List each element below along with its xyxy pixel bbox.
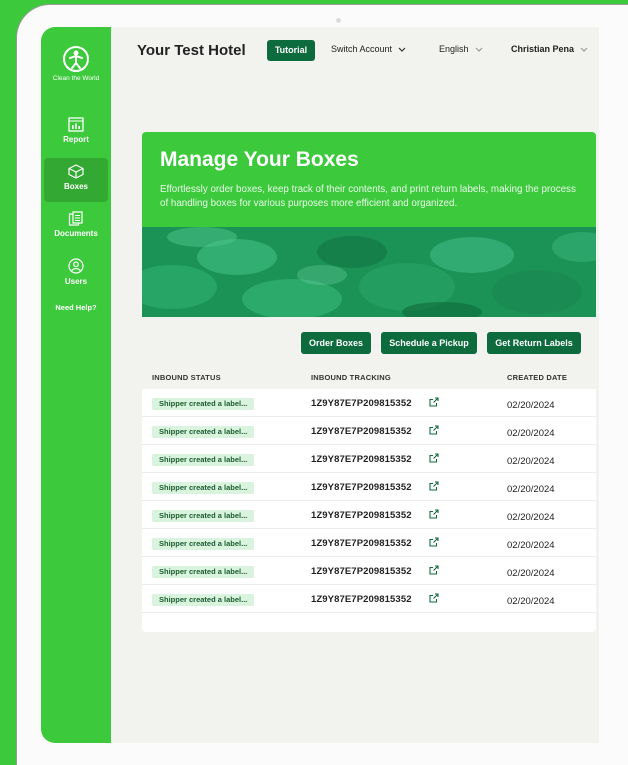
tracking-number: 1Z9Y87E7P209815352 [311,510,412,521]
sidebar-item-label: Documents [54,229,98,238]
created-date: 02/20/2024 [507,568,555,579]
switch-account-dropdown[interactable]: Switch Account [331,44,406,54]
boxes-card: Manage Your Boxes Effortlessly order box… [142,132,596,632]
top-header: Your Test Hotel Tutorial Switch Account … [111,27,599,79]
external-link-icon[interactable] [429,453,439,463]
page-title: Your Test Hotel [137,42,246,59]
column-header-status: INBOUND STATUS [152,373,221,382]
soap-bars-image [142,227,596,317]
tracking-number: 1Z9Y87E7P209815352 [311,538,412,549]
table-row[interactable]: Shipper created a label... 1Z9Y87E7P20981… [142,473,596,501]
tracking-number: 1Z9Y87E7P209815352 [311,566,412,577]
created-date: 02/20/2024 [507,512,555,523]
camera-dot [336,18,341,23]
need-help-link[interactable]: Need Help? [41,303,111,312]
sidebar-item-label: Users [64,277,88,286]
chart-icon [68,117,84,132]
box-icon [68,164,84,179]
status-badge: Shipper created a label... [152,566,255,578]
chevron-down-icon [475,47,482,52]
external-link-icon[interactable] [429,397,439,407]
status-badge: Shipper created a label... [152,510,255,522]
status-badge: Shipper created a label... [152,426,255,438]
hero-subtitle: Effortlessly order boxes, keep track of … [160,184,576,209]
tutorial-button[interactable]: Tutorial [267,40,315,61]
status-badge: Shipper created a label... [152,454,255,466]
tracking-number: 1Z9Y87E7P209815352 [311,482,412,493]
chevron-down-icon [398,47,406,52]
user-icon [68,258,84,274]
sidebar-item-users[interactable]: Users [44,252,108,296]
chevron-down-icon [580,47,588,52]
column-header-tracking: INBOUND TRACKING [311,373,391,382]
created-date: 02/20/2024 [507,596,555,607]
status-badge: Shipper created a label... [152,594,255,606]
language-dropdown[interactable]: English [439,44,483,54]
switch-account-label: Switch Account [331,44,393,54]
external-link-icon[interactable] [429,593,439,603]
table-row[interactable]: Shipper created a label... 1Z9Y87E7P20981… [142,529,596,557]
language-label: English [439,44,469,54]
schedule-pickup-button[interactable]: Schedule a Pickup [381,332,477,354]
tracking-number: 1Z9Y87E7P209815352 [311,398,412,409]
table-row[interactable]: Shipper created a label... 1Z9Y87E7P20981… [142,417,596,445]
table-row[interactable]: Shipper created a label... 1Z9Y87E7P20981… [142,557,596,585]
tracking-number: 1Z9Y87E7P209815352 [311,426,412,437]
table-header: INBOUND STATUS INBOUND TRACKING CREATED … [142,365,596,389]
tracking-number: 1Z9Y87E7P209815352 [311,454,412,465]
external-link-icon[interactable] [429,537,439,547]
user-menu[interactable]: Christian Pena [511,44,588,54]
sidebar-item-report[interactable]: Report [44,111,108,155]
logo[interactable]: Clean the World [41,45,111,82]
sidebar-item-label: Boxes [63,182,88,191]
logo-text: Clean the World [52,75,100,82]
created-date: 02/20/2024 [507,456,555,467]
created-date: 02/20/2024 [507,400,555,411]
external-link-icon[interactable] [429,425,439,435]
table-row[interactable]: Shipper created a label... 1Z9Y87E7P20981… [142,501,596,529]
status-badge: Shipper created a label... [152,538,255,550]
status-badge: Shipper created a label... [152,398,255,410]
created-date: 02/20/2024 [507,428,555,439]
sidebar-item-boxes[interactable]: Boxes [44,158,108,202]
status-badge: Shipper created a label... [152,482,255,494]
action-bar: Order Boxes Schedule a Pickup Get Return… [142,317,596,365]
external-link-icon[interactable] [429,481,439,491]
sidebar: Clean the World Report Boxes Documents U… [41,27,111,743]
created-date: 02/20/2024 [507,484,555,495]
main-content: Your Test Hotel Tutorial Switch Account … [111,27,599,743]
documents-icon [68,211,83,226]
sidebar-item-label: Report [63,135,89,144]
column-header-date: CREATED DATE [507,373,568,382]
table-row[interactable]: Shipper created a label... 1Z9Y87E7P20981… [142,445,596,473]
table-row[interactable]: Shipper created a label... 1Z9Y87E7P20981… [142,585,596,613]
created-date: 02/20/2024 [507,540,555,551]
table-row[interactable]: Shipper created a label... 1Z9Y87E7P20981… [142,389,596,417]
order-boxes-button[interactable]: Order Boxes [301,332,371,354]
get-return-labels-button[interactable]: Get Return Labels [487,332,581,354]
tracking-number: 1Z9Y87E7P209815352 [311,594,412,605]
globe-logo-icon [63,46,89,72]
sidebar-item-documents[interactable]: Documents [44,205,108,249]
hero-banner: Manage Your Boxes Effortlessly order box… [142,132,596,227]
external-link-icon[interactable] [429,509,439,519]
external-link-icon[interactable] [429,565,439,575]
hero-title: Manage Your Boxes [160,148,359,171]
user-name: Christian Pena [511,44,575,54]
